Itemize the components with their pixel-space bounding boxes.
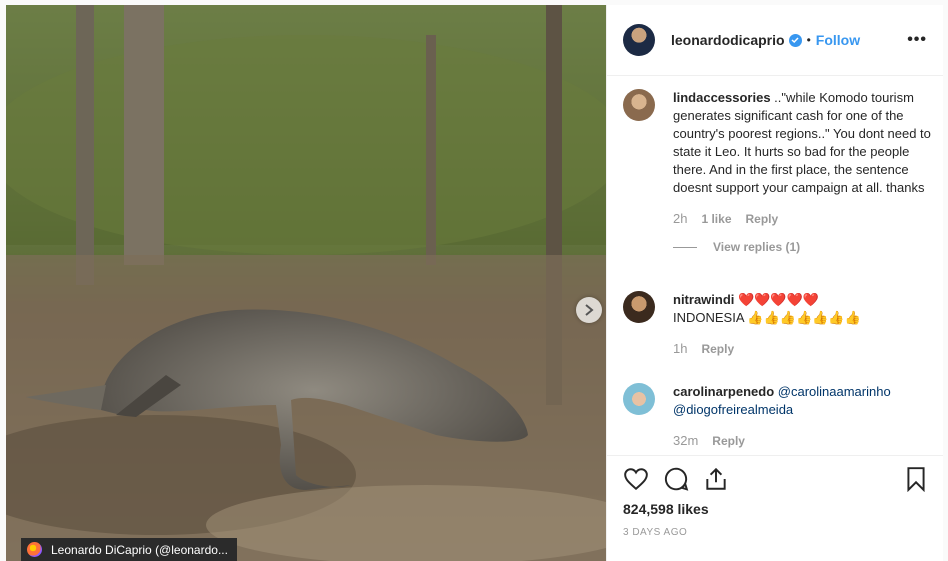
post-sidebar: leonardodicaprio • Follow ••• lindaccess… xyxy=(606,5,943,561)
avatar[interactable] xyxy=(623,24,655,56)
mention-link[interactable]: @carolinaamarinho xyxy=(778,384,891,399)
comment-username[interactable]: nitrawindi xyxy=(673,292,734,307)
comment-text-block: carolinarpenedo @carolinaamarinho @diogo… xyxy=(673,383,891,419)
verified-icon xyxy=(788,33,802,47)
comment-text: INDONESIA 👍👍👍👍👍👍👍 xyxy=(673,310,861,325)
comment-time[interactable]: 1h xyxy=(673,340,687,358)
comment-likes[interactable]: 1 like xyxy=(701,210,731,228)
reply-button[interactable]: Reply xyxy=(746,210,779,228)
avatar[interactable] xyxy=(623,291,655,323)
separator-dot: • xyxy=(806,33,811,47)
comment-item: nitrawindi ❤️❤️❤️❤️❤️ INDONESIA 👍👍👍👍👍👍👍 … xyxy=(623,291,933,358)
reply-button[interactable]: Reply xyxy=(701,340,734,358)
more-options-button[interactable]: ••• xyxy=(907,31,927,49)
post-header: leonardodicaprio • Follow ••• xyxy=(607,5,943,76)
comment-text: ❤️❤️❤️❤️❤️ xyxy=(734,292,819,307)
comment-item: lindaccessories .."while Komodo tourism … xyxy=(623,89,933,256)
share-icon[interactable] xyxy=(703,466,729,492)
comment-time[interactable]: 2h xyxy=(673,210,687,228)
avatar[interactable] xyxy=(623,383,655,415)
like-count[interactable]: 824,598 likes xyxy=(623,501,709,517)
view-replies-button[interactable]: View replies (1) xyxy=(673,238,933,256)
comment-time[interactable]: 32m xyxy=(673,432,698,450)
reply-button[interactable]: Reply xyxy=(712,432,745,450)
next-photo-button[interactable] xyxy=(576,297,602,323)
taskbar-tooltip-text: Leonardo DiCaprio (@leonardo... xyxy=(51,542,228,557)
comments-list[interactable]: lindaccessories .."while Komodo tourism … xyxy=(607,77,943,455)
mention-link[interactable]: @diogofreirealmeida xyxy=(673,402,793,417)
avatar[interactable] xyxy=(623,89,655,121)
comment-icon[interactable] xyxy=(663,466,689,492)
taskbar-tooltip: Leonardo DiCaprio (@leonardo... xyxy=(21,538,237,561)
firefox-icon xyxy=(27,542,42,557)
heart-icon[interactable] xyxy=(623,466,649,492)
post-username[interactable]: leonardodicaprio xyxy=(671,32,785,48)
divider xyxy=(673,246,697,248)
bookmark-icon[interactable] xyxy=(903,466,929,492)
comment-text-block: nitrawindi ❤️❤️❤️❤️❤️ INDONESIA 👍👍👍👍👍👍👍 xyxy=(673,291,861,327)
follow-button[interactable]: Follow xyxy=(816,32,860,48)
post-actions xyxy=(607,455,943,501)
comment-text-block: lindaccessories .."while Komodo tourism … xyxy=(673,89,933,197)
comment-text: .."while Komodo tourism generates signif… xyxy=(673,90,931,195)
post-photo[interactable] xyxy=(6,5,606,561)
comment-username[interactable]: lindaccessories xyxy=(673,90,771,105)
chevron-right-icon xyxy=(585,304,594,316)
komodo-dragon-image xyxy=(6,5,606,561)
post-date[interactable]: 3 DAYS AGO xyxy=(623,527,687,538)
comment-item: carolinarpenedo @carolinaamarinho @diogo… xyxy=(623,383,933,450)
view-replies-label: View replies (1) xyxy=(713,240,801,254)
comment-username[interactable]: carolinarpenedo xyxy=(673,384,774,399)
